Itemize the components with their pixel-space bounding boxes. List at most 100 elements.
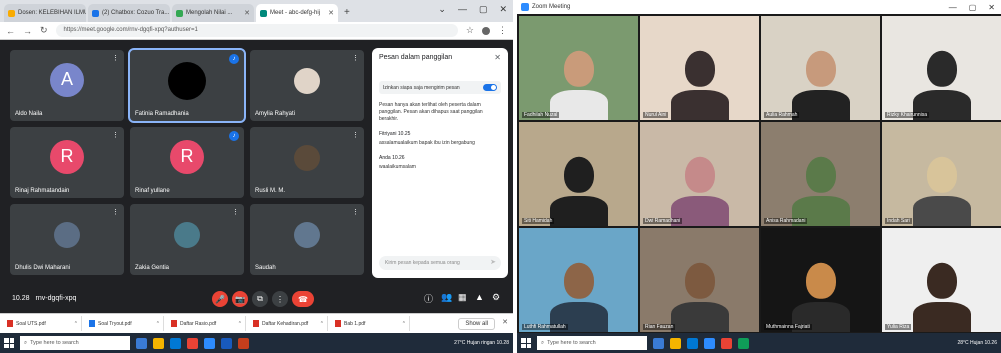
close-icon[interactable]: ✕ (494, 53, 501, 62)
maximize-icon[interactable]: ▢ (479, 4, 488, 15)
task-view-icon[interactable] (136, 337, 147, 349)
send-icon[interactable]: ➤ (490, 256, 496, 270)
windows-start-icon[interactable] (4, 338, 14, 348)
star-icon[interactable]: ☆ (466, 25, 474, 36)
zoom-video-tile[interactable]: Fadhilah Nuzal (519, 16, 638, 120)
browser-tab[interactable]: Meet - abc-defg-hij ✕ (256, 4, 338, 22)
participant-tile[interactable]: ⋮ Saudah (250, 204, 364, 275)
chat-permission-toggle[interactable] (483, 84, 497, 91)
zoom-video-tile[interactable]: Indah Sari (882, 122, 1001, 226)
people-icon[interactable]: 👥 (441, 292, 452, 303)
address-bar[interactable]: https://meet.google.com/rnv-dgqfi-xpq?au… (55, 24, 458, 37)
menu-icon[interactable]: ⋮ (498, 25, 507, 36)
download-item[interactable]: Bab 1.pdf ⌃ (332, 316, 410, 331)
chat-permission-row: Izinkan siapa saja mengirim pesan (379, 81, 501, 94)
participant-tile[interactable]: ⋮ Dhulis Dwi Maharani (10, 204, 124, 275)
reload-icon[interactable]: ↻ (40, 25, 48, 36)
edge-icon[interactable] (687, 337, 698, 349)
participant-face (684, 156, 715, 193)
chevron-up-icon[interactable]: ⌃ (74, 321, 78, 327)
more-options-button[interactable]: ⋮ (272, 291, 288, 307)
leave-call-button[interactable]: ☎ (292, 291, 314, 307)
browser-tab[interactable]: Dosen: KELEBIHAN ILMU ...✕ (4, 4, 86, 22)
chevron-up-icon[interactable]: ⌃ (320, 321, 324, 327)
participant-name: Indah Sari (885, 218, 912, 224)
tab-label: Mengolah Nilai ... (186, 10, 233, 16)
participant-face (563, 262, 594, 299)
participant-face (926, 50, 957, 87)
camera-button[interactable]: 📷 (232, 291, 248, 307)
browser-tab[interactable]: (2) Chatbox: Cozuo Tra...✕ (88, 4, 170, 22)
zoom-video-tile[interactable]: Luthfi Rahmatullah (519, 228, 638, 332)
activities-icon[interactable]: ▲ (475, 292, 484, 302)
zoom-window-controls: — ▢ ✕ (949, 3, 1001, 12)
participant-tile[interactable]: ⋮ Amylia Rahyati (250, 50, 364, 121)
taskbar-search[interactable]: ⌕ Type here to search (537, 336, 647, 350)
host-controls-icon[interactable]: ⚙ (492, 292, 500, 303)
download-item[interactable]: Daftar Rasio.pdf ⌃ (168, 316, 246, 331)
file-explorer-icon[interactable] (153, 337, 164, 349)
zoom-video-tile[interactable]: Rizky Khairunnisa (882, 16, 1001, 120)
chevron-up-icon[interactable]: ⌃ (156, 321, 160, 327)
zoom-video-tile[interactable]: Aulia Rahmah (761, 16, 880, 120)
chat-input[interactable]: Kirim pesan kepada semua orang ➤ (379, 256, 501, 270)
tab-favicon-icon (8, 9, 15, 17)
zoom-icon[interactable] (204, 337, 215, 349)
participant-body (670, 90, 729, 120)
edge-icon[interactable] (170, 337, 181, 349)
word-icon[interactable] (221, 337, 232, 349)
present-button[interactable]: ⧉ (252, 291, 268, 307)
chat-icon[interactable]: ▦ (458, 292, 467, 303)
taskbar-search[interactable]: ⌕ Type here to search (20, 336, 130, 350)
zoom-video-tile[interactable]: Rian Fauzan (640, 228, 759, 332)
task-view-icon[interactable] (653, 337, 664, 349)
zoom-video-tile[interactable]: Dwi Ramadhani (640, 122, 759, 226)
download-item[interactable]: Daftar Kehadiran.pdf ⌃ (250, 316, 328, 331)
tab-search-icon[interactable]: ⌄ (438, 4, 446, 15)
zoom-video-tile[interactable]: Anisa Rahmadani (761, 122, 880, 226)
maximize-icon[interactable]: ▢ (969, 3, 977, 12)
participant-tile[interactable]: R ⋮ Rinaj Rahmatandain (10, 127, 124, 198)
participant-name: Rinaf yullane (135, 188, 170, 194)
zoom-title-bar: Zoom Meeting — ▢ ✕ (517, 0, 1001, 14)
search-icon: ⌕ (24, 339, 28, 346)
chevron-up-icon[interactable]: ⌃ (402, 321, 406, 327)
show-all-button[interactable]: Show all (458, 317, 495, 330)
file-explorer-icon[interactable] (670, 337, 681, 349)
store-icon[interactable] (738, 337, 749, 349)
zoom-video-tile[interactable]: Siti Hamidah (519, 122, 638, 226)
profile-avatar[interactable] (482, 26, 490, 35)
windows-start-icon[interactable] (521, 338, 531, 348)
powerpoint-icon[interactable] (238, 337, 249, 349)
participant-tile[interactable]: A ⋮ Aldo Naila (10, 50, 124, 121)
minimize-icon[interactable]: — (458, 4, 467, 15)
participant-tile[interactable]: ♪ Fatinia Ramadhania (128, 48, 246, 123)
zoom-video-tile[interactable]: Muthmainna Fajriati (761, 228, 880, 332)
minimize-icon[interactable]: — (949, 3, 957, 12)
zoom-icon[interactable] (704, 337, 715, 349)
participant-tile[interactable]: R ♪ Rinaf yullane (130, 127, 244, 198)
info-icon[interactable]: ⓘ (424, 292, 433, 305)
download-item[interactable]: Soal UTS.pdf ⌃ (4, 316, 82, 331)
chevron-up-icon[interactable]: ⌃ (238, 321, 242, 327)
zoom-video-tile[interactable]: Yulia Riza (882, 228, 1001, 332)
mic-button[interactable]: 🎤 (212, 291, 228, 307)
chrome-icon[interactable] (187, 337, 198, 349)
back-icon[interactable]: ← (6, 26, 15, 36)
participant-tile[interactable]: ⋮ Zakia Gentia (130, 204, 244, 275)
zoom-logo-icon (521, 3, 529, 11)
close-icon[interactable]: ✕ (502, 318, 508, 326)
zoom-video-tile[interactable]: Nurul Aini (640, 16, 759, 120)
browser-tab[interactable]: Mengolah Nilai ... ✕ (172, 4, 254, 22)
tab-close-icon[interactable]: ✕ (244, 9, 250, 17)
participant-name: Dwi Ramadhani (643, 218, 683, 224)
download-item[interactable]: Soal Tryout.pdf ⌃ (86, 316, 164, 331)
chrome-icon[interactable] (721, 337, 732, 349)
forward-icon[interactable]: → (23, 26, 32, 36)
tab-close-icon[interactable]: ✕ (328, 9, 334, 17)
close-icon[interactable]: ✕ (988, 3, 995, 12)
file-icon (253, 320, 259, 327)
new-tab-button[interactable]: + (340, 4, 354, 22)
participant-tile[interactable]: ⋮ Rusli M. M. (250, 127, 364, 198)
close-icon[interactable]: ✕ (499, 4, 507, 15)
